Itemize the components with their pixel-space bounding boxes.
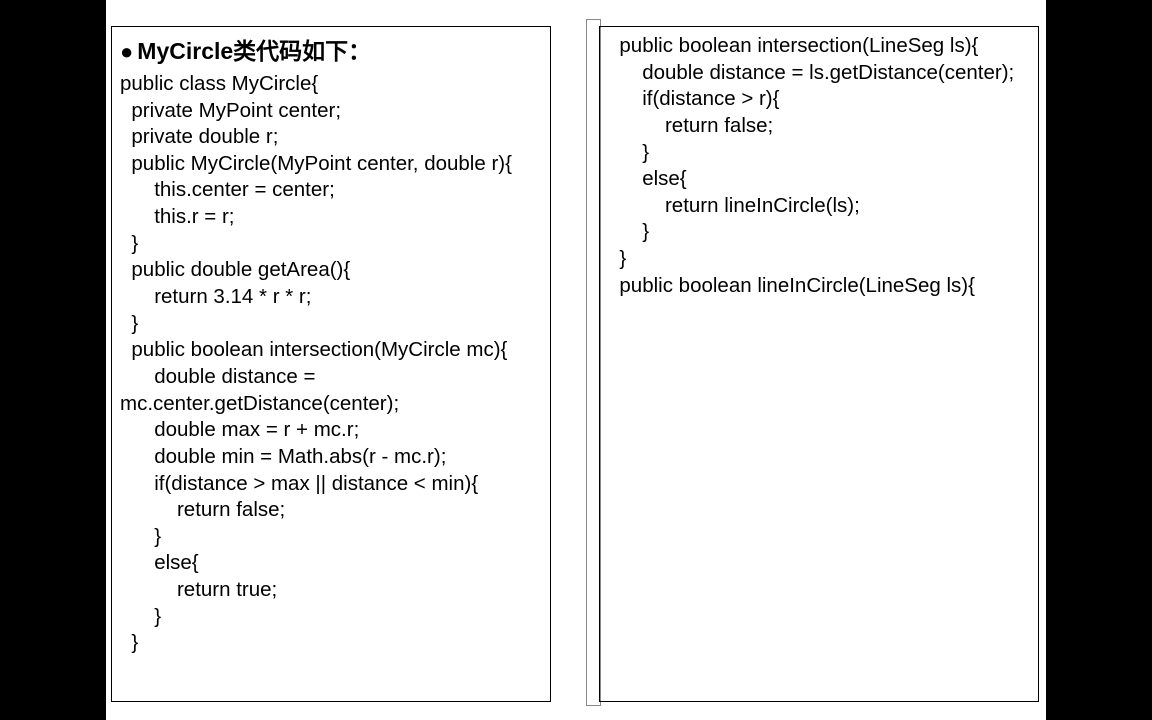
heading: ●MyCircle类代码如下： bbox=[120, 37, 542, 67]
right-code-block: public boolean intersection(LineSeg ls){… bbox=[608, 33, 1030, 299]
right-panel: public boolean intersection(LineSeg ls){… bbox=[599, 26, 1039, 702]
bullet-icon: ● bbox=[120, 39, 133, 64]
heading-text: MyCircle类代码如下： bbox=[137, 38, 371, 64]
left-panel: ●MyCircle类代码如下： public class MyCircle{ p… bbox=[111, 26, 551, 702]
slide-page: ●MyCircle类代码如下： public class MyCircle{ p… bbox=[106, 0, 1046, 720]
left-code-block: public class MyCircle{ private MyPoint c… bbox=[120, 71, 542, 657]
